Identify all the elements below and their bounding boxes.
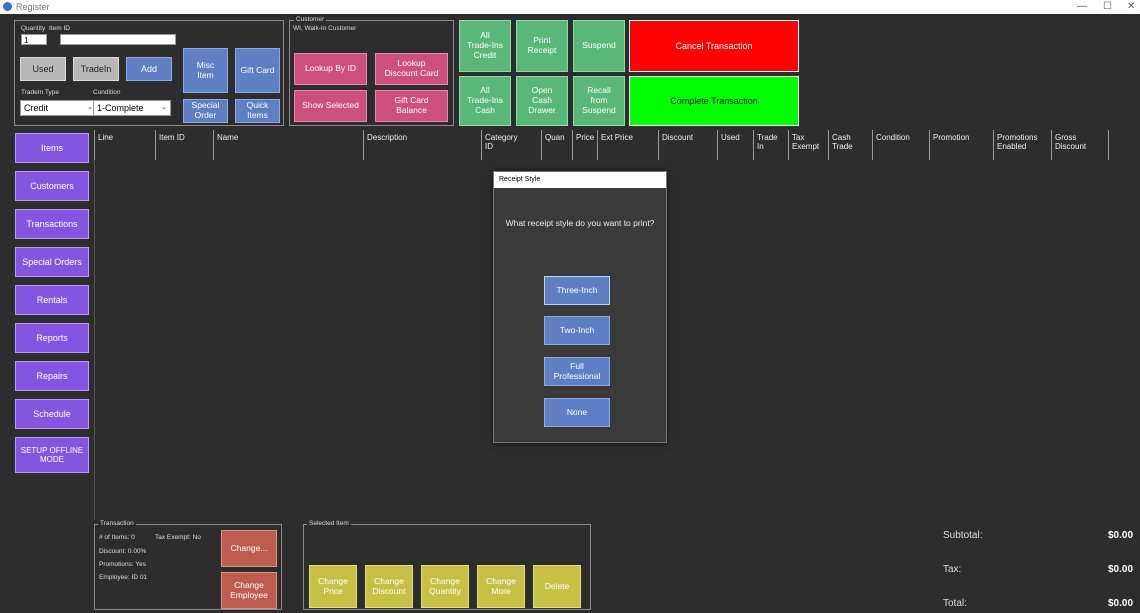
suspend-button[interactable]: Suspend — [573, 20, 625, 72]
gift-card-balance-button[interactable]: Gift Card Balance — [375, 90, 448, 122]
dialog-question: What receipt style do you want to print? — [505, 218, 655, 228]
title-bar: Register — ☐ ✕ — [0, 0, 1140, 14]
change-button[interactable]: Change... — [221, 530, 277, 567]
sidebar-item-repairs[interactable]: Repairs — [15, 361, 89, 391]
promotions-status: Promotions: Yes — [99, 561, 146, 568]
tax-value: $0.00 — [1108, 564, 1134, 575]
sidebar-item-special-orders[interactable]: Special Orders — [15, 247, 89, 277]
selected-item-panel: Selected Item Change Price Change Discou… — [303, 520, 591, 610]
quantity-input[interactable]: 1 — [21, 34, 47, 45]
selected-item-legend: Selected Item — [307, 520, 351, 527]
tradein-button[interactable]: TradeIn — [73, 57, 119, 81]
column-header[interactable]: Discount — [658, 130, 717, 160]
change-price-button[interactable]: Change Price — [309, 565, 357, 608]
subtotal-value: $0.00 — [1108, 530, 1134, 541]
change-quantity-button[interactable]: Change Quantity — [421, 565, 469, 608]
items-grid-header: Line Item ID Name Description Category I… — [94, 130, 1140, 160]
sidebar-item-customers[interactable]: Customers — [15, 171, 89, 201]
tax-exempt-status: Tax Exempt: No — [155, 534, 201, 541]
condition-value: 1-Complete — [97, 103, 144, 113]
tradein-type-value: Credit — [24, 103, 49, 113]
complete-transaction-button[interactable]: Complete Transaction — [629, 76, 799, 126]
window-title: Register — [16, 2, 50, 12]
employee-status: Employee: ID 01 — [99, 574, 148, 581]
items-count: # of Items: 0 — [99, 534, 135, 541]
misc-item-button[interactable]: Misc Item — [183, 48, 228, 93]
used-button[interactable]: Used — [20, 57, 66, 81]
cancel-transaction-button[interactable]: Cancel Transaction — [629, 20, 799, 72]
change-discount-button[interactable]: Change Discount — [365, 565, 413, 608]
quick-items-button[interactable]: Quick Items — [235, 99, 280, 123]
total-value: $0.00 — [1108, 598, 1134, 609]
print-receipt-button[interactable]: Print Receipt — [516, 20, 568, 72]
condition-label: Condition — [93, 89, 121, 96]
column-header[interactable]: Quan — [541, 130, 572, 160]
sidebar-item-transactions[interactable]: Transactions — [15, 209, 89, 239]
three-inch-button[interactable]: Three-Inch — [544, 276, 610, 305]
transaction-panel: Transaction # of Items: 0 Tax Exempt: No… — [94, 520, 282, 610]
minimize-icon[interactable]: — — [1077, 1, 1087, 12]
discount-status: Discount: 0.00% — [99, 548, 147, 555]
customer-panel: Customer WI, Walk-In Customer Lookup By … — [289, 16, 454, 126]
maximize-icon[interactable]: ☐ — [1103, 1, 1112, 12]
transaction-legend: Transaction — [98, 520, 136, 527]
column-header[interactable]: Item ID — [155, 130, 213, 160]
item-id-label: Item ID — [49, 25, 70, 32]
column-header[interactable]: Promotions Enabled — [993, 130, 1051, 160]
tradein-type-select[interactable]: Credit ⌄ — [20, 100, 97, 116]
customer-name: WI, Walk-In Customer — [293, 25, 357, 32]
all-tradeins-credit-button[interactable]: All Trade-Ins Credit — [459, 20, 511, 72]
column-header[interactable]: Condition — [872, 130, 929, 160]
sidebar: Items Customers Transactions Special Ord… — [0, 130, 94, 520]
column-header[interactable]: Description — [363, 130, 481, 160]
total-label: Total: — [943, 598, 967, 609]
column-header[interactable]: Tax Exempt — [788, 130, 828, 160]
close-icon[interactable]: ✕ — [1127, 1, 1135, 12]
special-order-button[interactable]: Special Order — [183, 99, 228, 123]
chevron-down-icon: ⌄ — [161, 104, 167, 111]
sidebar-item-rentals[interactable]: Rentals — [15, 285, 89, 315]
full-professional-button[interactable]: Full Professional — [544, 357, 610, 386]
column-header[interactable]: Promotion — [929, 130, 993, 160]
column-header[interactable]: Gross Discount — [1051, 130, 1109, 160]
change-employee-button[interactable]: Change Employee — [221, 572, 277, 609]
recall-from-suspend-button[interactable]: Recall from Suspend — [573, 76, 625, 126]
dialog-title: Receipt Style — [494, 172, 666, 188]
show-selected-button[interactable]: Show Selected — [294, 90, 367, 122]
lookup-discount-card-button[interactable]: Lookup Discount Card — [375, 53, 448, 85]
quantity-label: Quantity — [21, 25, 46, 32]
none-button[interactable]: None — [544, 398, 610, 427]
tradein-type-label: TradeIn Type — [21, 89, 59, 96]
delete-button[interactable]: Delete — [533, 565, 581, 608]
sidebar-item-reports[interactable]: Reports — [15, 323, 89, 353]
sidebar-item-items[interactable]: Items — [15, 133, 89, 163]
condition-select[interactable]: 1-Complete ⌄ — [93, 100, 171, 116]
column-header[interactable]: Price — [572, 130, 597, 160]
all-tradeins-cash-button[interactable]: All Trade-Ins Cash — [459, 76, 511, 126]
column-header[interactable]: Line — [94, 130, 155, 160]
change-more-button[interactable]: Change More — [477, 565, 525, 608]
open-cash-drawer-button[interactable]: Open Cash Drawer — [516, 76, 568, 126]
sidebar-item-schedule[interactable]: Schedule — [15, 399, 89, 429]
column-header[interactable]: Used — [717, 130, 753, 160]
gift-card-button[interactable]: Gift Card — [235, 48, 280, 93]
subtotal-label: Subtotal: — [943, 530, 983, 541]
add-button[interactable]: Add — [126, 57, 172, 81]
column-header[interactable]: Trade In — [753, 130, 788, 160]
lookup-by-id-button[interactable]: Lookup By ID — [294, 53, 367, 85]
two-inch-button[interactable]: Two-Inch — [544, 316, 610, 345]
customer-legend: Customer — [294, 16, 327, 23]
column-header[interactable]: Ext Price — [597, 130, 658, 160]
column-header[interactable]: Category ID — [481, 130, 541, 160]
item-entry-panel: Quantity Item ID 1 Used TradeIn Add Trad… — [14, 20, 284, 126]
column-header[interactable]: Name — [213, 130, 363, 160]
app-icon — [3, 2, 12, 11]
column-header[interactable]: Cash Trade — [828, 130, 872, 160]
receipt-style-dialog: Receipt Style What receipt style do you … — [493, 171, 667, 443]
item-id-input[interactable] — [60, 34, 176, 45]
sidebar-item-setup-offline-mode[interactable]: SETUP OFFLINE MODE — [15, 437, 89, 473]
tax-label: Tax: — [943, 564, 962, 575]
